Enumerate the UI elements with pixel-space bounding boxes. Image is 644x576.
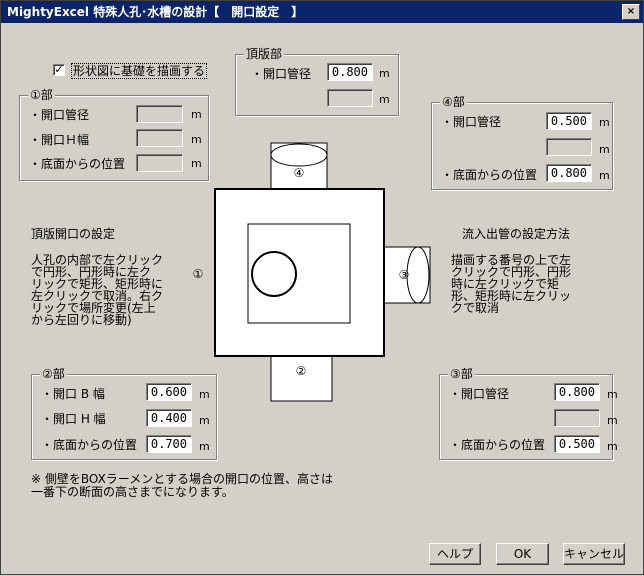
group-3-second-unit: m (607, 414, 618, 427)
pipe-1-number[interactable]: ① (193, 267, 204, 281)
group-2-height-label: ・底面からの位置 (41, 438, 138, 452)
group-2-width-b-label: ・開口 B 幅 (41, 387, 105, 401)
group-2-width-b-unit: m (199, 388, 210, 401)
ok-button[interactable]: OK (496, 543, 549, 565)
group-2-height-field[interactable]: 0.700 (146, 435, 192, 453)
group-2-width-h-label: ・開口 H 幅 (41, 412, 106, 426)
group-2-title: ②部 (40, 367, 67, 381)
group-3-height-label: ・底面からの位置 (449, 438, 546, 452)
pipe-2-number: ② (296, 364, 307, 378)
group-3-diameter-field[interactable]: 0.800 (554, 383, 600, 401)
group-3-second-field[interactable] (554, 409, 600, 427)
group-3-title: ③部 (448, 367, 475, 381)
group-3-height-unit: m (607, 440, 618, 453)
group-2-height-unit: m (199, 440, 210, 453)
dialog-window: MightyExcel 特殊人孔･水槽の設計【 開口設定 】 × ✓ 形状図に基… (0, 0, 644, 575)
footnote-line: 一番下の断面の高さまでになります。 (31, 485, 234, 499)
pipe-2-opening[interactable] (270, 355, 333, 402)
pipe-3-number: ③ (399, 268, 410, 282)
group-2-width-h-field[interactable]: 0.400 (146, 409, 192, 427)
group-2-width-b-field[interactable]: 0.600 (146, 383, 192, 401)
pipe-4-number: ④ (294, 166, 305, 180)
top-slab-opening-circle[interactable] (251, 251, 297, 297)
group-3-height-field[interactable]: 0.500 (554, 435, 600, 453)
footnote-line: ※ 側壁をBOXラーメンとする場合の開口の位置、高さは (31, 472, 333, 486)
group-3-diameter-label: ・開口管径 (449, 387, 510, 401)
help-button[interactable]: ヘルプ (429, 543, 481, 565)
group-3-diameter-unit: m (607, 388, 618, 401)
group-2-width-h-unit: m (199, 414, 210, 427)
cancel-button[interactable]: キャンセル (563, 543, 625, 565)
